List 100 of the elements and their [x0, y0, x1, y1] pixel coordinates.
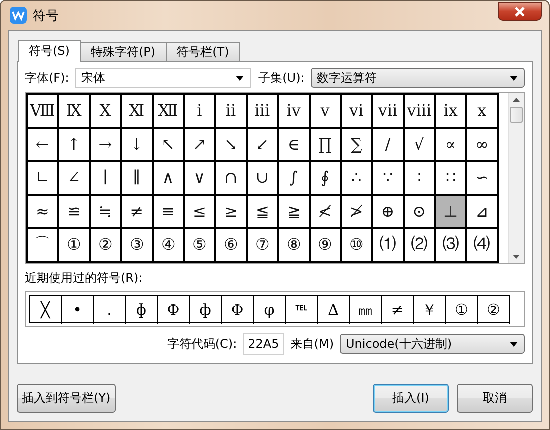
char-code-label: 字符代码(C):	[167, 336, 238, 352]
symbol-cell[interactable]: ←	[28, 128, 60, 162]
symbol-cell[interactable]: ≯	[342, 196, 374, 229]
symbol-cell[interactable]: ⊕	[373, 196, 405, 229]
caret-icon	[510, 342, 518, 346]
symbol-cell[interactable]: ≈	[28, 196, 60, 229]
symbol-cell[interactable]: ∣	[90, 162, 122, 196]
symbol-cell[interactable]: ∷	[436, 162, 468, 196]
symbol-cell[interactable]: ∵	[373, 162, 405, 196]
symbol-cell[interactable]: ⑩	[342, 229, 374, 262]
symbol-cell[interactable]: ∈	[279, 128, 311, 162]
symbol-cell[interactable]: ∥	[122, 162, 154, 196]
symbol-cell[interactable]: ⌒	[28, 229, 60, 262]
symbol-cell[interactable]: ④	[154, 229, 185, 262]
symbol-cell[interactable]: ⅴ	[310, 95, 342, 128]
close-button[interactable]	[498, 2, 542, 21]
symbol-cell[interactable]: ⊥	[436, 196, 468, 229]
tab[interactable]: 特殊字符(P)	[80, 42, 167, 61]
symbol-cell[interactable]: ≮	[310, 196, 342, 229]
symbol-cell[interactable]: →	[90, 128, 122, 162]
symbol-cell[interactable]: ∽	[467, 162, 499, 196]
symbol-cell[interactable]: ≡	[154, 196, 185, 229]
symbol-cell[interactable]: ⅸ	[436, 95, 468, 128]
symbol-cell[interactable]: ≦	[248, 196, 280, 229]
symbol-cell[interactable]: ↖	[154, 128, 185, 162]
symbol-cell[interactable]: ⅳ	[279, 95, 311, 128]
symbol-cell[interactable]: ①	[59, 229, 91, 262]
encoding-dropdown[interactable]: Unicode(十六进制)	[340, 334, 525, 354]
caret-icon	[236, 76, 244, 80]
symbol-cell[interactable]: ③	[122, 229, 154, 262]
symbol-cell[interactable]: ≧	[279, 196, 311, 229]
char-code-field[interactable]: 22A5	[243, 333, 284, 355]
insert-to-toolbar-button[interactable]: 插入到符号栏(Y)	[17, 384, 116, 413]
symbol-cell[interactable]: ⑶	[436, 229, 468, 262]
symbol-cell[interactable]: ∕	[373, 128, 405, 162]
symbol-cell[interactable]: Ⅷ	[28, 95, 60, 128]
close-icon	[514, 6, 526, 16]
symbol-cell[interactable]: Ⅻ	[154, 95, 185, 128]
symbol-cell[interactable]: ↙	[248, 128, 280, 162]
scroll-down-icon[interactable]	[513, 253, 520, 261]
symbol-cell[interactable]: ⑨	[310, 229, 342, 262]
symbol-cell[interactable]: ⑤	[184, 229, 216, 262]
scrollbar-track[interactable]	[508, 93, 524, 263]
symbol-cell[interactable]: ≥	[216, 196, 248, 229]
symbol-cell[interactable]: ∶	[404, 162, 436, 196]
symbol-cell[interactable]: ⑵	[404, 229, 436, 262]
symbol-cell[interactable]: ⅱ	[216, 95, 248, 128]
font-dropdown[interactable]: 宋体	[75, 68, 251, 88]
symbol-cell[interactable]: ⅰ	[184, 95, 216, 128]
symbol-cell[interactable]: ↓	[122, 128, 154, 162]
symbol-cell[interactable]: ⑧	[279, 229, 311, 262]
recent-symbols-label: 近期使用过的符号(R):	[25, 270, 144, 287]
symbol-cell[interactable]: ⑴	[373, 229, 405, 262]
symbol-cell[interactable]: ∠	[59, 162, 91, 196]
subset-dropdown[interactable]: 数字运算符	[310, 68, 525, 88]
symbol-cell[interactable]: ∏	[310, 128, 342, 162]
symbol-cell[interactable]: ⅹ	[467, 95, 499, 128]
insert-button[interactable]: 插入(I)	[373, 384, 449, 413]
symbol-cell[interactable]: ⑥	[216, 229, 248, 262]
symbol-cell[interactable]: ⊙	[404, 196, 436, 229]
symbol-cell[interactable]: ⊿	[467, 196, 499, 229]
symbol-cell[interactable]: ↗	[184, 128, 216, 162]
from-label: 来自(M)	[290, 336, 334, 352]
symbol-cell[interactable]: ≌	[59, 196, 91, 229]
symbol-cell[interactable]: ∨	[184, 162, 216, 196]
cancel-button[interactable]: 取消	[457, 384, 533, 413]
symbol-cell[interactable]: Ⅸ	[59, 95, 91, 128]
caret-icon	[510, 76, 518, 80]
tab[interactable]: 符号栏(T)	[166, 42, 240, 61]
symbol-cell[interactable]: ≤	[184, 196, 216, 229]
symbol-cell[interactable]: ↘	[216, 128, 248, 162]
font-label: 字体(F):	[25, 70, 70, 86]
symbol-cell[interactable]: ∝	[436, 128, 468, 162]
symbol-cell[interactable]: ∑	[342, 128, 374, 162]
symbol-cell[interactable]: ⑦	[248, 229, 280, 262]
symbol-cell[interactable]: ∩	[216, 162, 248, 196]
symbol-cell[interactable]: ≒	[90, 196, 122, 229]
symbol-cell[interactable]: ⅵ	[342, 95, 374, 128]
symbol-cell[interactable]: ∪	[248, 162, 280, 196]
symbol-cell[interactable]: ∞	[467, 128, 499, 162]
tab[interactable]: 符号(S)	[18, 40, 81, 62]
app-logo-icon	[10, 7, 27, 24]
symbol-cell[interactable]: ⅶ	[373, 95, 405, 128]
symbol-cell[interactable]: Ⅹ	[90, 95, 122, 128]
symbol-cell[interactable]: ↑	[59, 128, 91, 162]
symbol-cell[interactable]: ∮	[310, 162, 342, 196]
symbol-cell[interactable]: ≠	[122, 196, 154, 229]
symbol-cell[interactable]: ∫	[279, 162, 311, 196]
scroll-up-icon[interactable]	[513, 96, 520, 104]
symbol-cell[interactable]: √	[404, 128, 436, 162]
symbol-cell[interactable]: ⑷	[467, 229, 499, 262]
symbol-cell[interactable]: ⅷ	[404, 95, 436, 128]
symbol-cell[interactable]: ∴	[342, 162, 374, 196]
window-title: 符号	[33, 8, 60, 24]
symbol-cell[interactable]: Ⅺ	[122, 95, 154, 128]
symbol-cell[interactable]: ②	[90, 229, 122, 262]
scrollbar-thumb[interactable]	[510, 107, 523, 123]
symbol-cell[interactable]: ∟	[28, 162, 60, 196]
symbol-cell[interactable]: ⅲ	[248, 95, 280, 128]
symbol-cell[interactable]: ∧	[154, 162, 185, 196]
